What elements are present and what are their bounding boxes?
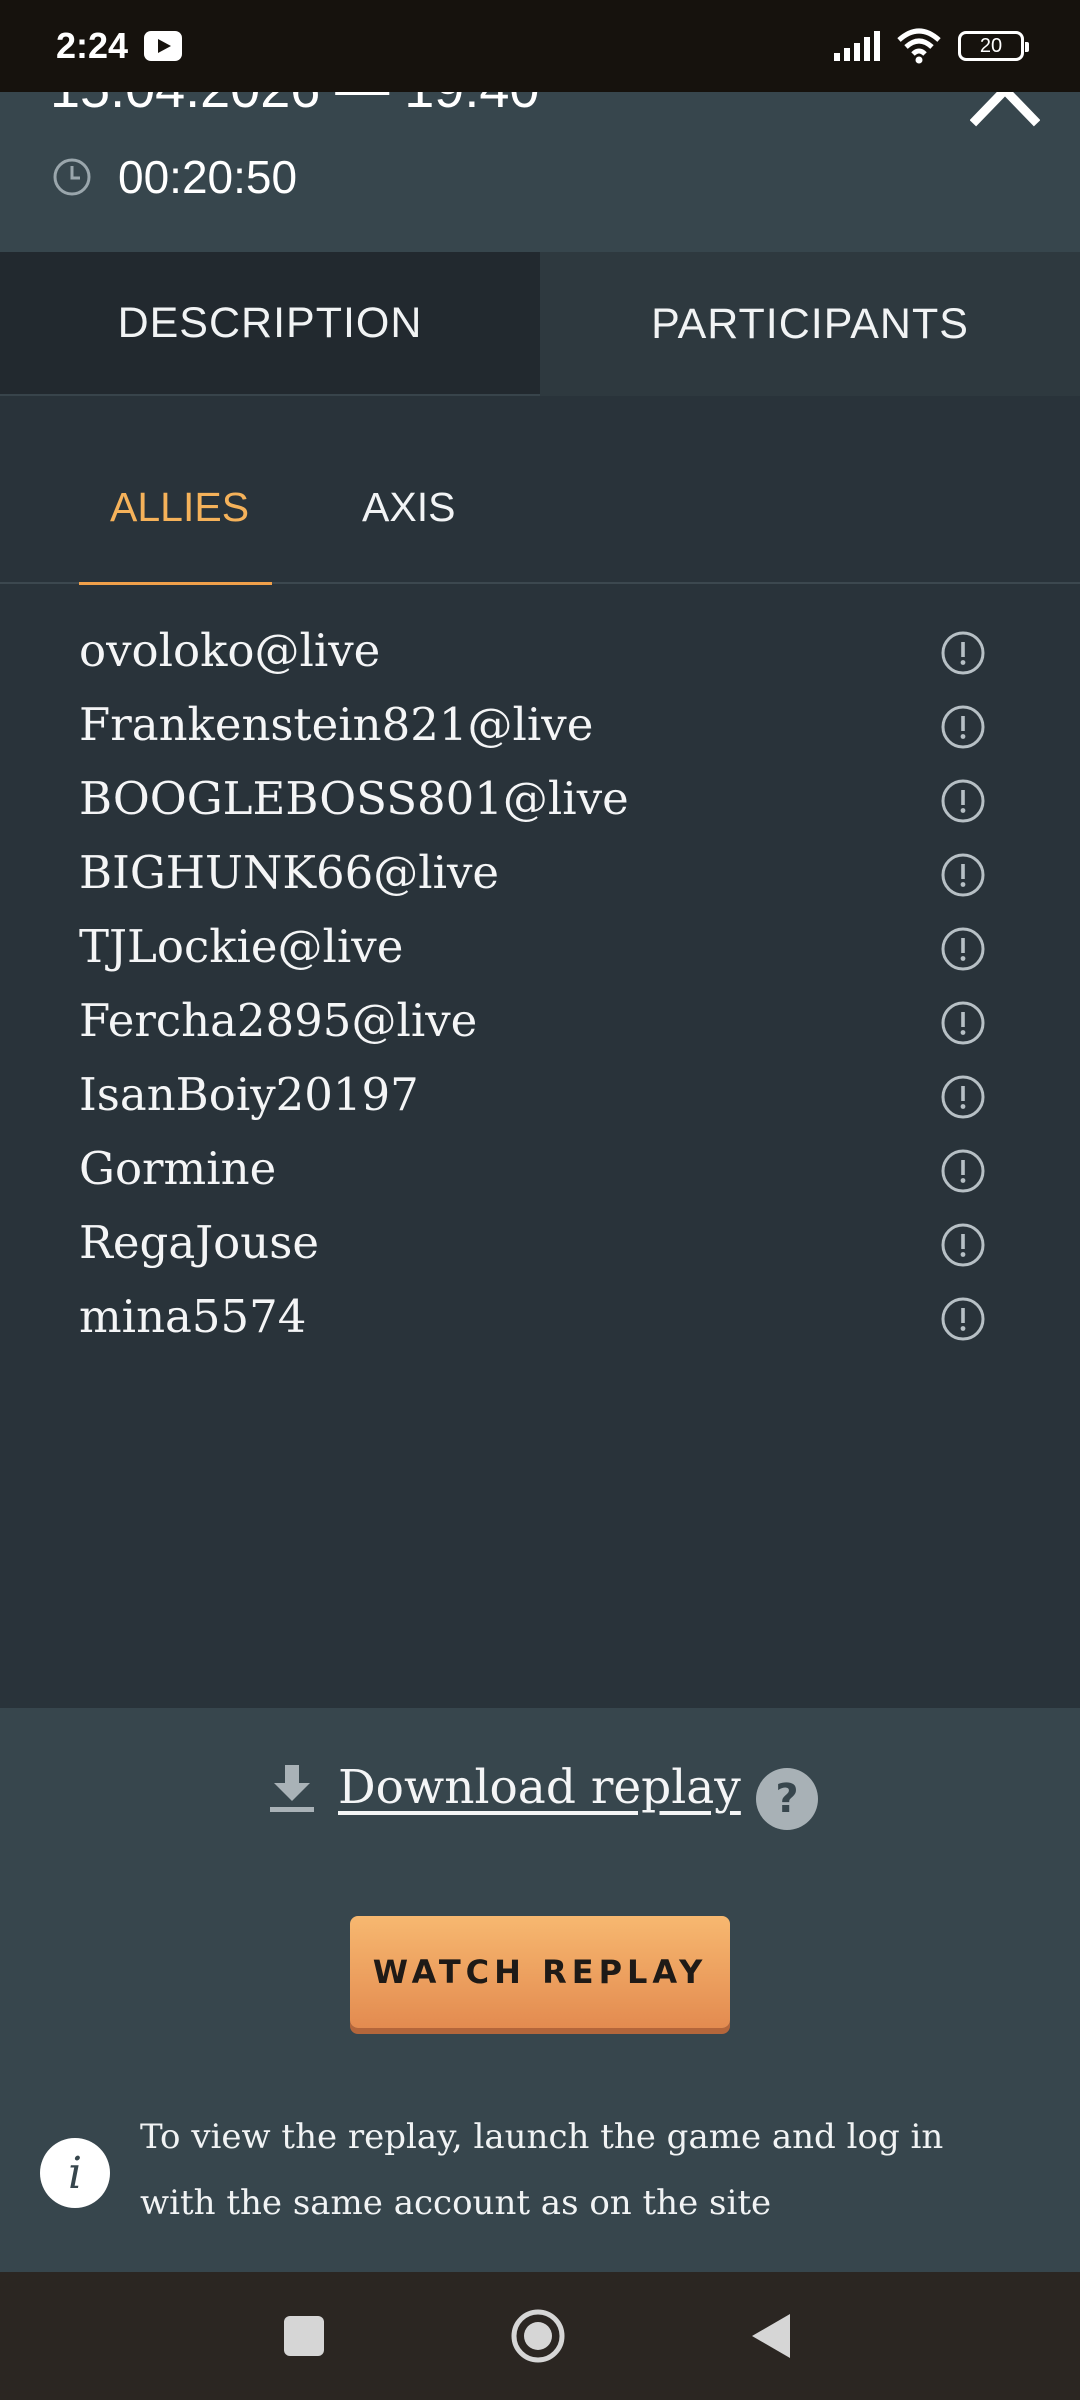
- player-name[interactable]: RegaJouse: [79, 1216, 319, 1269]
- match-duration: 00:20:50: [52, 150, 297, 204]
- battery-level: 20: [979, 34, 1003, 57]
- list-item: Frankenstein821@live: [0, 692, 1080, 766]
- tab-axis[interactable]: AXIS: [362, 484, 455, 531]
- tab-description[interactable]: DESCRIPTION: [0, 252, 540, 396]
- status-bar: 2:24 20: [0, 0, 1080, 92]
- report-icon[interactable]: [940, 1222, 986, 1268]
- player-name[interactable]: BOOGLEBOSS801@live: [79, 772, 629, 825]
- clock-icon: [53, 158, 91, 196]
- back-icon[interactable]: [750, 2312, 794, 2360]
- download-icon: [270, 1764, 314, 1812]
- player-name[interactable]: BIGHUNK66@live: [79, 846, 499, 899]
- report-icon[interactable]: [940, 852, 986, 898]
- player-list: ovoloko@live Frankenstein821@live BOOGLE…: [0, 618, 1080, 1358]
- player-name[interactable]: Fercha2895@live: [79, 994, 477, 1047]
- report-icon[interactable]: [940, 1296, 986, 1342]
- list-item: RegaJouse: [0, 1210, 1080, 1284]
- duration-value: 00:20:50: [118, 151, 298, 203]
- report-icon[interactable]: [940, 630, 986, 676]
- team-tabs: ALLIES AXIS: [0, 396, 1080, 585]
- list-item: mina5574: [0, 1284, 1080, 1358]
- help-icon[interactable]: ?: [756, 1768, 818, 1830]
- tab-participants[interactable]: PARTICIPANTS: [540, 252, 1080, 396]
- list-item: TJLockie@live: [0, 914, 1080, 988]
- list-item: Gormine: [0, 1136, 1080, 1210]
- system-nav-bar: [0, 2272, 1080, 2400]
- download-replay-link[interactable]: Download replay: [268, 1760, 741, 1815]
- status-time: 2:24: [56, 25, 129, 66]
- player-name[interactable]: Gormine: [79, 1142, 276, 1195]
- player-name[interactable]: ovoloko@live: [79, 624, 380, 677]
- list-item: Fercha2895@live: [0, 988, 1080, 1062]
- report-icon[interactable]: [940, 704, 986, 750]
- list-item: BOOGLEBOSS801@live: [0, 766, 1080, 840]
- list-item: BIGHUNK66@live: [0, 840, 1080, 914]
- info-icon: i: [40, 2138, 110, 2208]
- list-item: IsanBoiy20197: [0, 1062, 1080, 1136]
- active-tab-indicator: [79, 582, 272, 585]
- battery-icon: 20: [958, 31, 1029, 61]
- player-name[interactable]: IsanBoiy20197: [79, 1068, 419, 1121]
- report-icon[interactable]: [940, 778, 986, 824]
- player-name[interactable]: mina5574: [79, 1290, 306, 1343]
- list-item: ovoloko@live: [0, 618, 1080, 692]
- player-name[interactable]: Frankenstein821@live: [79, 698, 593, 751]
- watch-replay-button[interactable]: WATCH REPLAY: [350, 1916, 730, 2028]
- recents-icon[interactable]: [284, 2316, 324, 2356]
- replay-footer: Download replay ? WATCH REPLAY i To view…: [0, 1708, 1080, 2272]
- report-icon[interactable]: [940, 1074, 986, 1120]
- main-tabs: DESCRIPTION PARTICIPANTS: [0, 252, 1080, 396]
- participants-panel: ALLIES AXIS ovoloko@live Frankenstein821…: [0, 396, 1080, 1708]
- report-icon[interactable]: [940, 1148, 986, 1194]
- player-name[interactable]: TJLockie@live: [79, 920, 403, 973]
- home-icon[interactable]: [510, 2308, 566, 2364]
- replay-info-text: To view the replay, launch the game and …: [140, 2117, 944, 2223]
- report-icon[interactable]: [940, 926, 986, 972]
- youtube-icon: [144, 31, 183, 61]
- signal-icon: [834, 31, 880, 61]
- tab-allies[interactable]: ALLIES: [110, 484, 249, 531]
- report-icon[interactable]: [940, 1000, 986, 1046]
- download-replay-label[interactable]: Download replay: [338, 1760, 741, 1815]
- wifi-icon: [897, 28, 941, 64]
